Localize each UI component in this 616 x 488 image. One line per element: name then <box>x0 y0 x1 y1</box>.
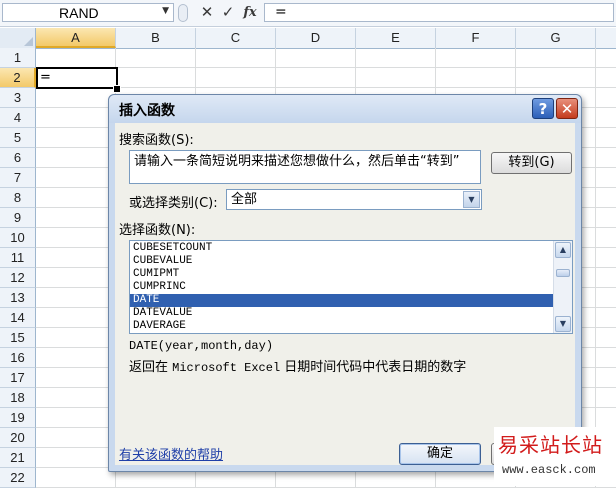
function-list-items: CUBESETCOUNT CUBEVALUE CUMIPMT CUMPRINC DATE… <box>130 242 553 333</box>
dialog-titlebar[interactable]: 插入函数 ? ✕ <box>109 95 581 123</box>
function-list-item[interactable]: CUBESETCOUNT <box>130 242 553 255</box>
dialog-title: 插入函数 <box>119 103 175 119</box>
row-header-21[interactable]: 21 <box>0 448 36 468</box>
name-box-dropdown-icon[interactable]: ▼ <box>162 6 169 16</box>
row-header-22[interactable]: 22 <box>0 468 36 488</box>
function-help-link[interactable]: 有关该函数的帮助 <box>119 444 223 463</box>
row-header-6[interactable]: 6 <box>0 148 36 168</box>
help-icon[interactable]: ? <box>532 98 554 119</box>
watermark-url: www.easck.com <box>502 463 596 477</box>
description-prefix: 返回在 <box>129 360 173 375</box>
row-header-10[interactable]: 10 <box>0 228 36 248</box>
category-value: 全部 <box>231 192 258 207</box>
name-box-value: RAND <box>59 5 99 21</box>
function-signature: DATE(year,month,day) <box>129 339 274 353</box>
insert-function-button[interactable]: fx <box>240 3 260 22</box>
name-box[interactable]: RAND ▼ <box>2 3 174 22</box>
ok-button[interactable]: 确定 <box>399 443 481 465</box>
row-header-3[interactable]: 3 <box>0 88 36 108</box>
search-function-input[interactable]: 请输入一条简短说明来描述您想做什么，然后单击“转到” <box>129 150 481 184</box>
site-watermark: 易采站长站 www.easck.com <box>494 427 616 486</box>
select-function-label: 选择函数(N): <box>119 223 196 238</box>
row-header-19[interactable]: 19 <box>0 408 36 428</box>
column-header-f[interactable]: F <box>436 28 516 48</box>
select-all-button[interactable] <box>0 28 36 48</box>
formula-bar-grip[interactable] <box>178 4 188 22</box>
row-header-16[interactable]: 16 <box>0 348 36 368</box>
row-header-12[interactable]: 12 <box>0 268 36 288</box>
row-header-17[interactable]: 17 <box>0 368 36 388</box>
column-header-d[interactable]: D <box>276 28 356 48</box>
function-list-scrollbar[interactable]: ▲ ▼ <box>553 241 572 333</box>
search-function-label: 搜索函数(S): <box>119 133 194 148</box>
function-list-item[interactable]: DATEVALUE <box>130 307 553 320</box>
chevron-down-icon[interactable]: ▼ <box>463 191 480 208</box>
dialog-body: 搜索函数(S): 请输入一条简短说明来描述您想做什么，然后单击“转到” 转到(G… <box>115 123 575 465</box>
row-header-column: 1 2 3 4 5 6 7 8 9 10 11 12 13 14 15 16 17 18 19 20 21 22 <box>0 48 36 488</box>
active-cell[interactable]: = <box>36 67 118 89</box>
function-list[interactable]: CUBESETCOUNT CUBEVALUE CUMIPMT CUMPRINC DATE… <box>129 240 573 334</box>
function-list-item[interactable]: DATE <box>130 294 553 307</box>
description-suffix: 日期时间代码中代表日期的数字 <box>280 360 467 375</box>
function-list-item[interactable]: DAVERAGE <box>130 320 553 333</box>
description-app-name: Microsoft Excel <box>172 361 281 375</box>
fill-handle[interactable] <box>113 85 121 93</box>
column-header-c[interactable]: C <box>196 28 276 48</box>
close-icon[interactable]: ✕ <box>556 98 578 119</box>
row-header-2[interactable]: 2 <box>0 68 36 88</box>
category-select[interactable]: 全部 ▼ <box>226 189 482 210</box>
column-header-g[interactable]: G <box>516 28 596 48</box>
row-header-1[interactable]: 1 <box>0 48 36 68</box>
row-header-4[interactable]: 4 <box>0 108 36 128</box>
row-header-7[interactable]: 7 <box>0 168 36 188</box>
column-header-row: ABCDEFG <box>0 28 616 49</box>
function-list-item[interactable]: CUBEVALUE <box>130 255 553 268</box>
scroll-up-icon[interactable]: ▲ <box>555 242 571 258</box>
row-header-5[interactable]: 5 <box>0 128 36 148</box>
row-header-9[interactable]: 9 <box>0 208 36 228</box>
scroll-thumb[interactable] <box>556 269 570 277</box>
row-header-14[interactable]: 14 <box>0 308 36 328</box>
function-description: 返回在 Microsoft Excel 日期时间代码中代表日期的数字 <box>129 356 466 375</box>
function-list-item[interactable]: CUMPRINC <box>130 281 553 294</box>
formula-input[interactable]: = <box>264 3 614 22</box>
column-header-b[interactable]: B <box>116 28 196 48</box>
function-list-item[interactable]: CUMIPMT <box>130 268 553 281</box>
go-button[interactable]: 转到(G) <box>491 152 572 174</box>
enter-formula-button[interactable]: ✓ <box>218 3 238 22</box>
row-header-20[interactable]: 20 <box>0 428 36 448</box>
cancel-formula-button[interactable]: ✕ <box>197 3 217 22</box>
row-header-13[interactable]: 13 <box>0 288 36 308</box>
scroll-down-icon[interactable]: ▼ <box>555 316 571 332</box>
formula-bar: RAND ▼ ✕ ✓ fx = <box>0 0 616 27</box>
insert-function-dialog: 插入函数 ? ✕ 搜索函数(S): 请输入一条简短说明来描述您想做什么，然后单击… <box>108 94 582 472</box>
column-header-e[interactable]: E <box>356 28 436 48</box>
row-header-18[interactable]: 18 <box>0 388 36 408</box>
column-header-a[interactable]: A <box>36 28 116 48</box>
watermark-title: 易采站长站 <box>498 433 603 457</box>
row-header-8[interactable]: 8 <box>0 188 36 208</box>
row-header-15[interactable]: 15 <box>0 328 36 348</box>
row-header-11[interactable]: 11 <box>0 248 36 268</box>
category-label: 或选择类别(C): <box>129 196 218 211</box>
active-cell-value: = <box>40 70 51 85</box>
